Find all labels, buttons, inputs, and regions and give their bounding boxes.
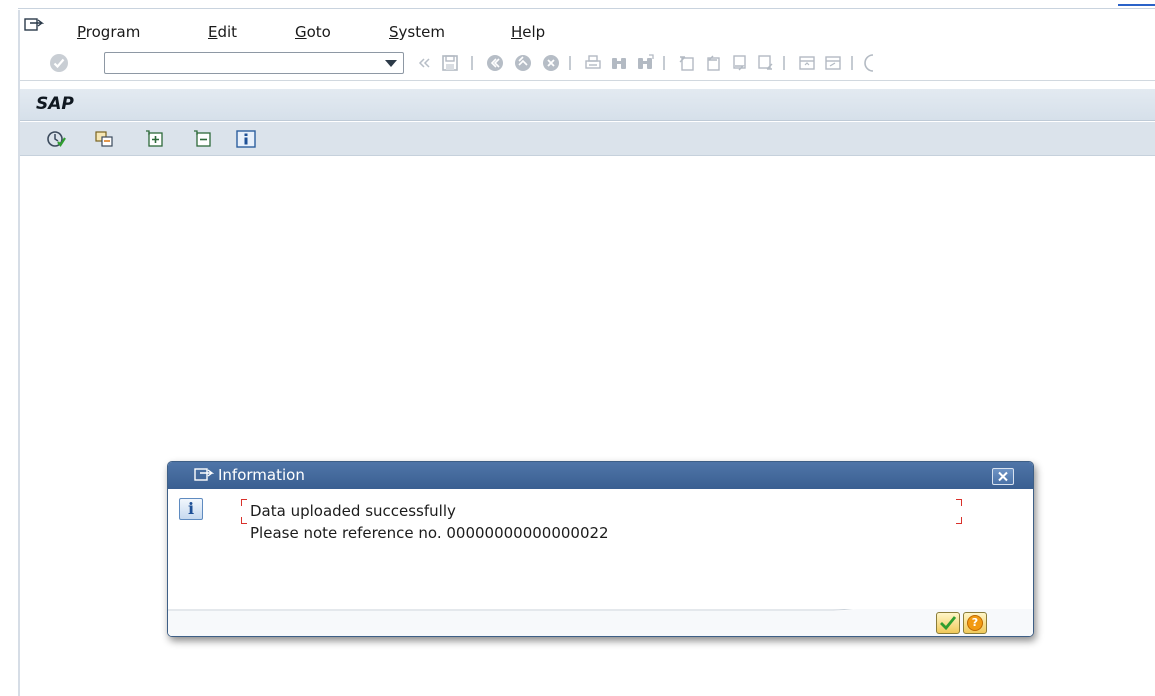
toolbar-divider [20,80,1155,81]
first-page-icon[interactable] [677,53,697,73]
menu-help[interactable]: Help [511,23,545,41]
enter-icon[interactable] [50,54,68,72]
menu-help-label: elp [522,23,546,41]
cancel-icon[interactable] [541,53,561,73]
selection-bracket [241,499,247,506]
application-toolbar [20,122,1155,156]
print-icon[interactable] [583,53,603,73]
save-icon[interactable] [440,53,460,73]
last-page-icon[interactable] [755,53,775,73]
toolbar-separator [851,56,853,70]
exit-icon[interactable] [513,53,533,73]
page-title: SAP [36,94,74,114]
menu-toggle-icon[interactable] [24,17,45,33]
menu-edit[interactable]: Edit [208,23,237,41]
find-next-icon[interactable] [635,53,655,73]
menu-system-accel: S [389,23,399,41]
back-double-chevron-icon[interactable] [414,53,434,73]
checkmark-icon [940,616,957,631]
previous-page-icon[interactable] [703,53,723,73]
menu-program[interactable]: Program [77,23,140,41]
shortcut-icon[interactable] [823,53,843,73]
selection-bracket [241,517,247,524]
chevron-down-icon[interactable] [385,60,397,67]
info-icon[interactable] [236,129,256,149]
dialog-footer: ? [168,609,1033,636]
menu-help-accel: H [511,23,523,41]
information-icon: i [179,498,203,520]
dialog-menu-icon[interactable] [194,467,215,483]
toolbar-separator [663,56,665,70]
question-mark-icon: ? [967,615,983,631]
sap-window: Program Edit Goto System Help SAP Inform… [0,0,1155,696]
back-icon[interactable] [485,53,505,73]
expand-icon[interactable] [144,129,164,149]
ok-button[interactable] [936,612,960,634]
information-dialog: Information i Data uploaded successfully… [167,461,1034,637]
dialog-body: i Data uploaded successfully Please note… [168,489,1033,636]
message-line-1: Data uploaded successfully [250,502,456,520]
toolbar-separator [471,56,473,70]
menu-system[interactable]: System [389,23,445,41]
window-top-border [18,8,1155,9]
help-button[interactable]: ? [963,612,987,634]
message-line-2: Please note reference no. 00000000000000… [250,524,609,542]
command-field[interactable] [104,52,404,74]
menu-system-label: ystem [398,23,445,41]
selection-bracket [956,517,962,524]
copy-icon[interactable] [94,129,114,149]
information-glyph: i [187,499,195,518]
collapse-icon[interactable] [192,129,212,149]
next-page-icon[interactable] [729,53,749,73]
selection-bracket [956,499,962,506]
find-icon[interactable] [609,53,629,73]
menu-goto[interactable]: Goto [295,23,331,41]
close-icon[interactable] [992,468,1014,485]
menu-edit-label: dit [217,23,238,41]
create-session-icon[interactable] [797,53,817,73]
toolbar-separator [783,56,785,70]
menu-goto-accel: G [295,23,307,41]
window-accent [1118,4,1155,6]
system-toolbar [20,49,1155,77]
help-icon[interactable] [863,53,873,73]
menu-program-accel: P [77,23,86,41]
menu-bar: Program Edit Goto System Help [20,14,1155,48]
dialog-title: Information [218,466,305,484]
title-bar: SAP [20,89,1155,121]
toolbar-separator [569,56,571,70]
dialog-header: Information [168,462,1033,489]
menu-program-label: rogram [85,23,141,41]
menu-goto-label: oto [306,23,331,41]
execute-icon[interactable] [46,129,66,149]
footer-divider [168,609,1033,636]
